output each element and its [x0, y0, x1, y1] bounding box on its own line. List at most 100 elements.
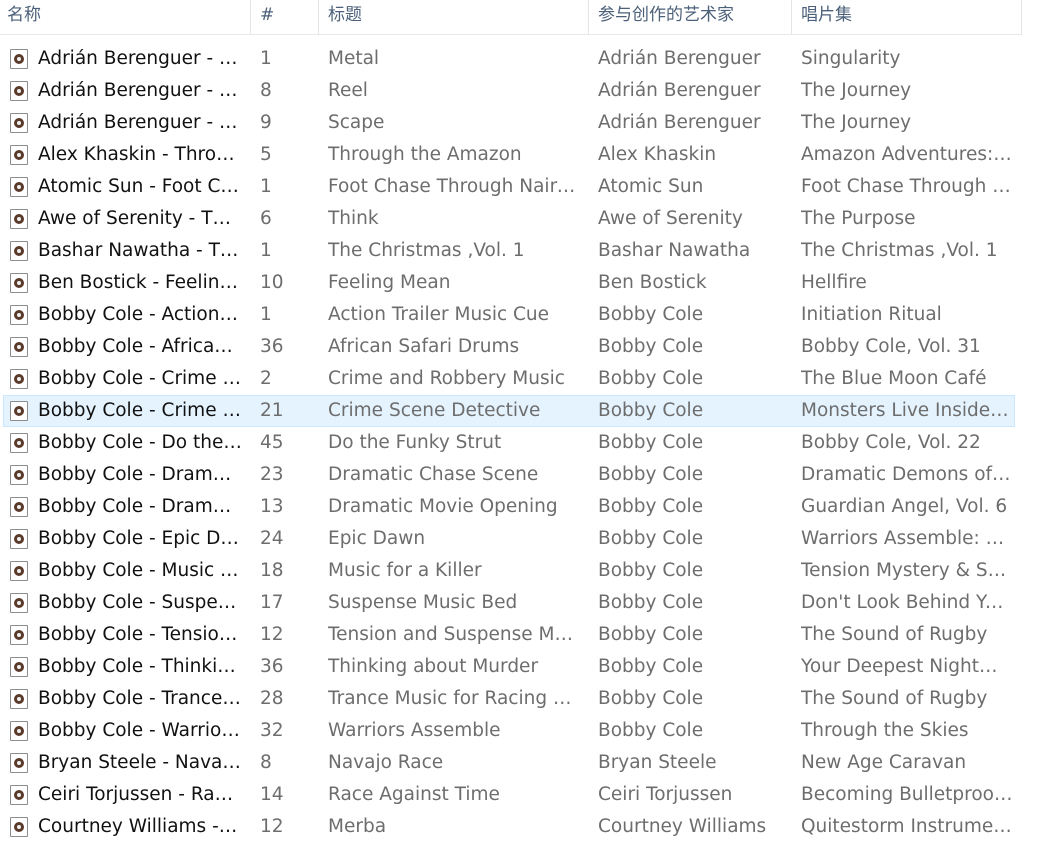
file-row[interactable]: Alex Khaskin - Throug... 5 Through the A…: [0, 139, 1051, 171]
track-title: Trance Music for Racing Ga...: [328, 688, 580, 709]
file-name: Ceiri Torjussen - Race ...: [38, 784, 242, 805]
track-artist: Adrián Berenguer: [598, 80, 761, 101]
track-number: 12: [260, 624, 284, 645]
column-divider[interactable]: [318, 0, 319, 34]
track-album: Tension Mystery & Sus...: [801, 560, 1013, 581]
track-album: The Christmas ,Vol. 1: [801, 240, 998, 261]
file-name: Bobby Cole - Suspens...: [38, 592, 242, 613]
file-row[interactable]: Bobby Cole - Epic Da... 24 Epic Dawn Bob…: [0, 523, 1051, 555]
file-row[interactable]: Bryan Steele - Navajo ... 8 Navajo Race …: [0, 747, 1051, 779]
file-row[interactable]: Bobby Cole - Warrior... 32 Warriors Asse…: [0, 715, 1051, 747]
column-divider[interactable]: [791, 0, 792, 34]
track-title: Crime and Robbery Music: [328, 368, 565, 389]
track-number: 14: [260, 784, 284, 805]
track-album: Guardian Angel, Vol. 6: [801, 496, 1008, 517]
file-row[interactable]: Atomic Sun - Foot Ch... 1 Foot Chase Thr…: [0, 171, 1051, 203]
file-row[interactable]: Bobby Cole - Tension ... 12 Tension and …: [0, 619, 1051, 651]
track-title: Metal: [328, 48, 380, 69]
music-file-icon: [10, 529, 28, 549]
track-number: 36: [260, 336, 284, 357]
track-album: Hellfire: [801, 272, 867, 293]
track-title: Action Trailer Music Cue: [328, 304, 550, 325]
column-header-album[interactable]: 唱片集: [801, 0, 1022, 34]
file-row[interactable]: Bobby Cole - Suspens... 17 Suspense Musi…: [0, 587, 1051, 619]
track-artist: Atomic Sun: [598, 176, 704, 197]
track-album: Foot Chase Through N...: [801, 176, 1013, 197]
track-title: Dramatic Movie Opening: [328, 496, 558, 517]
file-row[interactable]: Bashar Nawatha - The... 1 The Christmas …: [0, 235, 1051, 267]
file-name: Adrián Berenguer - R...: [38, 80, 242, 101]
file-name: Adrián Berenguer - Sc...: [38, 112, 242, 133]
track-album: Becoming Bulletproof ...: [801, 784, 1013, 805]
track-number: 10: [260, 272, 284, 293]
file-row[interactable]: Awe of Serenity - Thin... 6 Think Awe of…: [0, 203, 1051, 235]
file-row[interactable]: Ben Bostick - Feeling ... 10 Feeling Mea…: [0, 267, 1051, 299]
file-name: Bobby Cole - Action T...: [38, 304, 242, 325]
track-album: The Journey: [801, 112, 912, 133]
track-title: Race Against Time: [328, 784, 500, 805]
file-row[interactable]: Bobby Cole - Music f... 18 Music for a K…: [0, 555, 1051, 587]
file-row[interactable]: Bobby Cole - Action T... 1 Action Traile…: [0, 299, 1051, 331]
track-album: New Age Caravan: [801, 752, 967, 773]
file-name: Bryan Steele - Navajo ...: [38, 752, 242, 773]
track-title: Foot Chase Through Nairobi: [328, 176, 580, 197]
file-row[interactable]: Adrián Berenguer - M... 1 Metal Adrián B…: [0, 43, 1051, 75]
track-album: Dramatic Demons of ...: [801, 464, 1013, 485]
music-file-icon: [10, 817, 28, 837]
file-row[interactable]: Bobby Cole - Crime a... 2 Crime and Robb…: [0, 363, 1051, 395]
music-file-icon: [10, 273, 28, 293]
track-title: Epic Dawn: [328, 528, 426, 549]
track-album: Quitestorm Instrument...: [801, 816, 1013, 837]
column-divider[interactable]: [1021, 0, 1022, 34]
track-album: The Purpose: [801, 208, 916, 229]
track-album: The Sound of Rugby: [801, 688, 988, 709]
track-number: 24: [260, 528, 284, 549]
file-row[interactable]: Bobby Cole - Dramati... 13 Dramatic Movi…: [0, 491, 1051, 523]
file-name: Atomic Sun - Foot Ch...: [38, 176, 242, 197]
track-album: Amazon Adventures: S...: [801, 144, 1013, 165]
file-name: Bobby Cole - Dramati...: [38, 464, 242, 485]
music-file-icon: [10, 241, 28, 261]
file-row[interactable]: Bobby Cole - Trance ... 28 Trance Music …: [0, 683, 1051, 715]
file-name: Adrián Berenguer - M...: [38, 48, 242, 69]
column-header-artist[interactable]: 参与创作的艺术家: [598, 0, 791, 34]
file-row[interactable]: Ceiri Torjussen - Race ... 14 Race Again…: [0, 779, 1051, 811]
track-artist: Bobby Cole: [598, 592, 704, 613]
column-divider[interactable]: [250, 0, 251, 34]
track-title: Dramatic Chase Scene: [328, 464, 539, 485]
track-album: Bobby Cole, Vol. 31: [801, 336, 981, 357]
music-file-icon: [10, 721, 28, 741]
track-title: Merba: [328, 816, 387, 837]
track-artist: Adrián Berenguer: [598, 48, 761, 69]
music-file-icon: [10, 113, 28, 133]
column-header-title[interactable]: 标题: [328, 0, 588, 34]
track-number: 13: [260, 496, 284, 517]
column-header-name[interactable]: 名称: [7, 0, 249, 34]
file-row[interactable]: Courtney Williams - ... 12 Merba Courtne…: [0, 811, 1051, 843]
track-artist: Ceiri Torjussen: [598, 784, 733, 805]
track-title: Warriors Assemble: [328, 720, 501, 741]
track-number: 36: [260, 656, 284, 677]
track-artist: Bashar Nawatha: [598, 240, 751, 261]
file-row[interactable]: Adrián Berenguer - Sc... 9 Scape Adrián …: [0, 107, 1051, 139]
track-number: 1: [260, 304, 272, 325]
track-number: 32: [260, 720, 284, 741]
file-name: Bashar Nawatha - The...: [38, 240, 242, 261]
music-file-icon: [10, 785, 28, 805]
file-row[interactable]: Bobby Cole - Do the ... 45 Do the Funky …: [0, 427, 1051, 459]
file-row[interactable]: Adrián Berenguer - R... 8 Reel Adrián Be…: [0, 75, 1051, 107]
track-album: Bobby Cole, Vol. 22: [801, 432, 981, 453]
track-album: Warriors Assemble: Epi...: [801, 528, 1013, 549]
file-row[interactable]: Bobby Cole - Thinkin... 36 Thinking abou…: [0, 651, 1051, 683]
music-file-icon: [10, 561, 28, 581]
file-row[interactable]: Bobby Cole - Crime S... 21 Crime Scene D…: [0, 395, 1051, 427]
column-divider[interactable]: [588, 0, 589, 34]
file-row[interactable]: Bobby Cole - African ... 36 African Safa…: [0, 331, 1051, 363]
track-number: 45: [260, 432, 284, 453]
music-file-icon: [10, 433, 28, 453]
column-header-number[interactable]: #: [260, 0, 315, 34]
file-row[interactable]: Bobby Cole - Dramati... 23 Dramatic Chas…: [0, 459, 1051, 491]
music-file-icon: [10, 177, 28, 197]
track-artist: Bobby Cole: [598, 720, 704, 741]
track-number: 1: [260, 48, 272, 69]
